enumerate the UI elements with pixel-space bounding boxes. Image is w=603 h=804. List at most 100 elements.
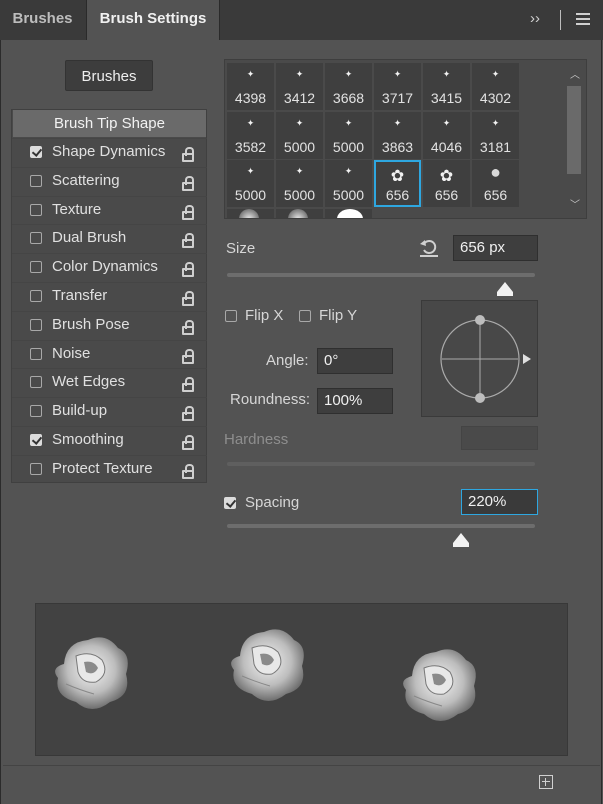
brush-stroke-preview [35,603,568,756]
lock-icon[interactable] [182,233,194,249]
brush-tip-thumbnail: ✦ [295,166,304,176]
brush-tip-thumbnail: ✦ [344,117,353,128]
brush-preset-cell[interactable]: ✿ 656 [423,160,470,207]
brush-preset-cell[interactable]: ✿ 656 [374,160,421,207]
angle-roundness-widget[interactable] [421,300,538,417]
brush-size-label: 656 [385,187,410,203]
size-slider-handle[interactable] [497,282,513,292]
brush-preset-cell[interactable]: ✦ 3582 [227,111,274,159]
angle-label: Angle: [266,352,309,369]
lock-icon[interactable] [182,262,194,278]
scroll-down-icon[interactable]: ﹀ [570,196,580,211]
brush-preset-cell[interactable]: ✦ 3181 [472,111,519,159]
lock-icon[interactable] [182,291,194,306]
brush-preset-cell[interactable]: ✦ 3717 [374,63,421,110]
brush-size-label: 3717 [381,90,414,106]
protect-texture-checkbox[interactable] [30,462,42,475]
brush-preset-cell[interactable]: ✦ 4046 [423,111,470,159]
tab-brush-settings[interactable]: Brush Settings [86,0,220,40]
brush-preset-cell[interactable]: ✦ 3668 [325,63,372,110]
brush-pose-checkbox[interactable] [30,318,42,331]
spacing-label: Spacing [245,494,300,511]
brush-preset-cell[interactable]: ✦ 5000 [276,160,323,207]
brushes-button[interactable]: Brushes [65,60,153,91]
rose-stroke-preview-image [55,629,476,721]
brush-preset-cell[interactable]: ✦ 5000 [325,160,372,207]
roundness-input[interactable]: 100% [317,388,393,414]
protect-texture-label[interactable]: Protect Texture [52,460,153,477]
dual-brush-label[interactable]: Dual Brush [52,229,126,246]
size-input[interactable]: 656 px [453,235,538,261]
smoothing-label[interactable]: Smoothing [52,431,124,448]
double-chevron-right-icon[interactable]: ›› [530,10,540,27]
flip-y-label: Flip Y [319,307,358,324]
flip-x-checkbox[interactable] [225,310,237,322]
lock-icon[interactable] [182,348,194,364]
brush-preset-cell[interactable]: ✦ 3412 [276,63,323,110]
scattering-checkbox[interactable] [30,174,42,187]
grid-scroll-thumb[interactable] [567,86,581,174]
brush-size-label: 656 [434,187,459,203]
size-slider-track[interactable] [227,273,535,277]
lock-icon[interactable] [182,377,194,393]
create-new-brush-icon[interactable] [539,775,553,789]
hardness-input[interactable] [461,426,538,450]
spacing-input[interactable]: 220% [461,489,538,515]
noise-checkbox[interactable] [30,347,42,360]
color-dynamics-checkbox[interactable] [30,261,42,274]
shape-dynamics-label[interactable]: Shape Dynamics [52,143,165,160]
spacing-slider-handle[interactable] [453,533,469,543]
smoothing-checkbox[interactable] [30,434,42,446]
dual-brush-checkbox[interactable] [30,232,42,245]
build-up-checkbox[interactable] [30,405,42,418]
texture-label[interactable]: Texture [52,201,101,218]
transfer-checkbox[interactable] [30,290,42,302]
angle-input[interactable]: 0° [317,348,393,374]
tab-brushes[interactable]: Brushes [0,0,85,40]
brush-preset-cell[interactable]: ✦ 3415 [423,63,470,110]
brush-preset-cell[interactable]: ● 656 [472,160,519,207]
brush-preset-cell[interactable] [227,208,274,218]
brush-tip-shape-item[interactable]: Brush Tip Shape [13,110,206,137]
brush-size-label: 4398 [234,90,267,106]
scattering-label[interactable]: Scattering [52,172,120,189]
brush-preset-cell[interactable]: ✦ 5000 [276,111,323,159]
brush-preset-cell[interactable] [325,208,372,218]
brush-size-label: 4302 [479,90,512,106]
brush-preset-cell[interactable]: ✦ 4302 [472,63,519,110]
spacing-slider-track[interactable] [227,524,535,528]
brush-preset-cell[interactable]: ✦ 4398 [227,63,274,110]
hamburger-menu-icon[interactable] [576,13,590,25]
brush-size-label: 4046 [430,138,463,155]
lock-icon[interactable] [182,204,194,220]
brush-preset-cell[interactable]: ✦ 3863 [374,111,421,159]
lock-icon[interactable] [182,463,194,479]
brush-tip-thumbnail: ✿ [390,168,405,185]
hardness-label: Hardness [224,431,289,448]
brush-pose-label[interactable]: Brush Pose [52,316,130,333]
lock-icon[interactable] [182,406,194,422]
brush-size-label: 5000 [283,187,316,203]
brush-tip-thumbnail: ✦ [393,69,402,79]
noise-label[interactable]: Noise [52,345,90,362]
lock-icon[interactable] [182,435,194,450]
scroll-up-icon[interactable]: ︿ [570,66,580,81]
lock-icon[interactable] [182,175,194,191]
brush-preset-cell[interactable]: ✦ 5000 [325,111,372,159]
brush-preset-cell[interactable]: ✦ 5000 [227,160,274,207]
reset-size-icon[interactable] [418,236,440,257]
lock-icon[interactable] [182,319,194,335]
brush-preset-cell[interactable] [276,208,323,218]
flip-y-checkbox[interactable] [299,310,311,322]
build-up-label[interactable]: Build-up [52,402,107,419]
brush-tip-thumbnail: ✿ [439,168,454,185]
transfer-label[interactable]: Transfer [52,287,107,304]
wet-edges-label[interactable]: Wet Edges [52,373,125,390]
wet-edges-checkbox[interactable] [30,376,42,389]
hardness-slider-track[interactable] [227,462,535,466]
texture-checkbox[interactable] [30,203,42,216]
shape-dynamics-checkbox[interactable] [30,146,42,158]
lock-icon[interactable] [182,147,194,162]
color-dynamics-label[interactable]: Color Dynamics [52,258,158,275]
spacing-checkbox[interactable] [224,497,236,509]
